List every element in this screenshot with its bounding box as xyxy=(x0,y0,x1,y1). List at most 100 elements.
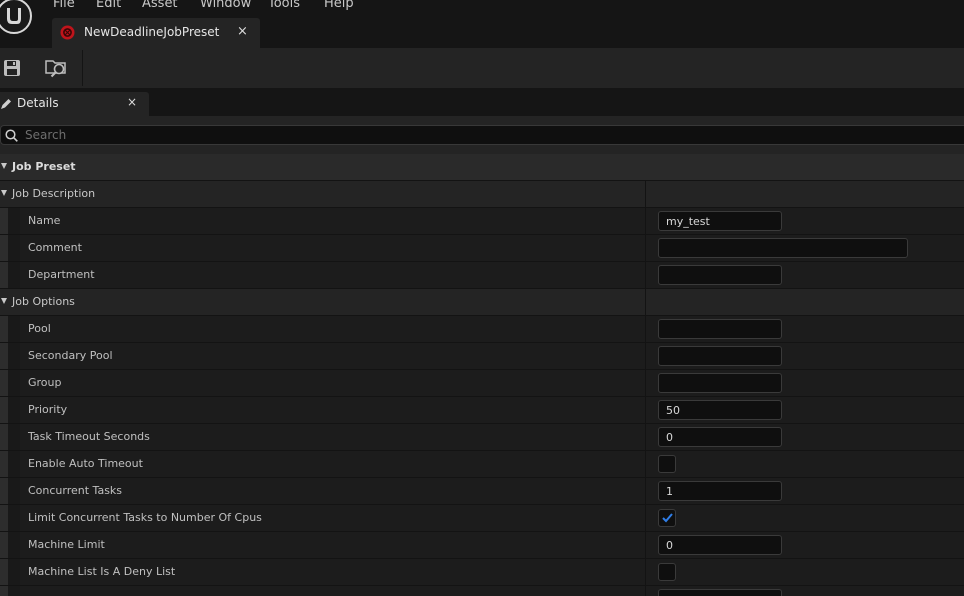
category-job-options[interactable]: Job Options xyxy=(0,289,964,316)
details-tab-close-icon[interactable]: × xyxy=(127,95,137,109)
row-indent xyxy=(0,559,8,585)
expand-arrow-icon[interactable] xyxy=(1,190,7,196)
row-indent xyxy=(0,505,8,531)
property-label: Comment xyxy=(28,241,82,254)
row-indent xyxy=(0,478,8,504)
property-row-limit-concurrent-tasks: Limit Concurrent Tasks to Number Of Cpus xyxy=(0,505,964,532)
menu-tools[interactable]: Tools xyxy=(268,0,300,11)
property-label: Department xyxy=(28,268,95,281)
row-gutter xyxy=(8,343,20,369)
title-bar: File Edit Asset Window Tools Help NewDea… xyxy=(0,0,964,48)
row-gutter xyxy=(8,235,20,261)
value-cell xyxy=(646,478,964,504)
row-gutter xyxy=(8,532,20,558)
machine-limit-field[interactable] xyxy=(658,535,782,555)
value-cell xyxy=(646,316,964,342)
department-field[interactable] xyxy=(658,265,782,285)
task-timeout-field[interactable] xyxy=(658,427,782,447)
asset-toolbar xyxy=(0,48,964,88)
value-cell xyxy=(646,451,964,477)
property-label: Enable Auto Timeout xyxy=(28,457,143,470)
pencil-icon xyxy=(1,99,11,109)
value-cell xyxy=(646,505,964,531)
row-gutter xyxy=(8,397,20,423)
secondary-pool-field[interactable] xyxy=(658,346,782,366)
comment-field[interactable] xyxy=(658,238,908,258)
row-gutter xyxy=(8,478,20,504)
details-panel: Job Preset Job Description Name Comment … xyxy=(0,116,964,596)
property-row-enable-auto-timeout: Enable Auto Timeout xyxy=(0,451,964,478)
partial-field[interactable] xyxy=(658,589,782,596)
value-cell xyxy=(646,208,964,234)
concurrent-tasks-field[interactable] xyxy=(658,481,782,501)
expand-arrow-icon[interactable] xyxy=(1,163,7,169)
row-gutter xyxy=(8,586,20,596)
property-row-secondary-pool: Secondary Pool xyxy=(0,343,964,370)
value-cell xyxy=(646,397,964,423)
save-icon[interactable] xyxy=(0,56,26,80)
value-cell xyxy=(646,532,964,558)
row-indent xyxy=(0,370,8,396)
row-gutter xyxy=(8,262,20,288)
property-row-partial xyxy=(0,586,964,596)
row-gutter xyxy=(8,316,20,342)
enable-auto-timeout-checkbox[interactable] xyxy=(658,455,676,473)
property-label: Machine List Is A Deny List xyxy=(28,565,176,578)
value-cell xyxy=(646,370,964,396)
panel-tab-strip: Details × xyxy=(0,88,964,116)
property-row-comment: Comment xyxy=(0,235,964,262)
row-indent xyxy=(0,235,8,261)
row-gutter xyxy=(8,505,20,531)
row-indent xyxy=(0,316,8,342)
property-row-priority: Priority xyxy=(0,397,964,424)
details-tab[interactable]: Details × xyxy=(0,92,149,116)
property-label: Secondary Pool xyxy=(28,349,113,362)
toolbar-separator xyxy=(82,50,83,86)
name-field[interactable] xyxy=(658,211,782,231)
search-icon xyxy=(5,129,18,142)
property-label: Group xyxy=(28,376,62,389)
column-divider[interactable] xyxy=(645,181,646,207)
property-row-concurrent-tasks: Concurrent Tasks xyxy=(0,478,964,505)
row-indent xyxy=(0,586,8,596)
value-cell xyxy=(646,235,964,261)
document-tab-title: NewDeadlineJobPreset xyxy=(84,25,220,39)
property-row-task-timeout: Task Timeout Seconds xyxy=(0,424,964,451)
expand-arrow-icon[interactable] xyxy=(1,298,7,304)
details-tab-label: Details xyxy=(17,96,59,110)
menu-help[interactable]: Help xyxy=(324,0,354,11)
search-row xyxy=(0,116,964,154)
property-row-name: Name xyxy=(0,208,964,235)
menu-asset[interactable]: Asset xyxy=(142,0,178,11)
row-indent xyxy=(0,343,8,369)
group-field[interactable] xyxy=(658,373,782,393)
search-box[interactable] xyxy=(0,125,964,145)
document-tab-close-icon[interactable]: × xyxy=(237,24,248,39)
menu-edit[interactable]: Edit xyxy=(96,0,121,11)
column-divider[interactable] xyxy=(645,289,646,315)
category-job-preset[interactable]: Job Preset xyxy=(0,154,964,181)
priority-field[interactable] xyxy=(658,400,782,420)
property-label: Pool xyxy=(28,322,51,335)
search-input[interactable] xyxy=(25,127,925,143)
limit-concurrent-tasks-checkbox[interactable] xyxy=(658,509,676,527)
unreal-logo-icon[interactable] xyxy=(0,0,34,36)
pool-field[interactable] xyxy=(658,319,782,339)
menu-file[interactable]: File xyxy=(53,0,75,11)
machine-list-deny-checkbox[interactable] xyxy=(658,563,676,581)
row-gutter xyxy=(8,559,20,585)
row-indent xyxy=(0,397,8,423)
property-label: Priority xyxy=(28,403,68,416)
value-cell xyxy=(646,586,964,596)
browse-to-asset-icon[interactable] xyxy=(44,56,70,80)
category-job-description[interactable]: Job Description xyxy=(0,181,964,208)
property-row-department: Department xyxy=(0,262,964,289)
menu-window[interactable]: Window xyxy=(200,0,251,11)
value-cell xyxy=(646,424,964,450)
property-row-group: Group xyxy=(0,370,964,397)
value-cell xyxy=(646,343,964,369)
property-label: Concurrent Tasks xyxy=(28,484,123,497)
document-tab[interactable]: NewDeadlineJobPreset × xyxy=(52,18,260,48)
category-label: Job Preset xyxy=(12,160,76,173)
row-indent xyxy=(0,208,8,234)
